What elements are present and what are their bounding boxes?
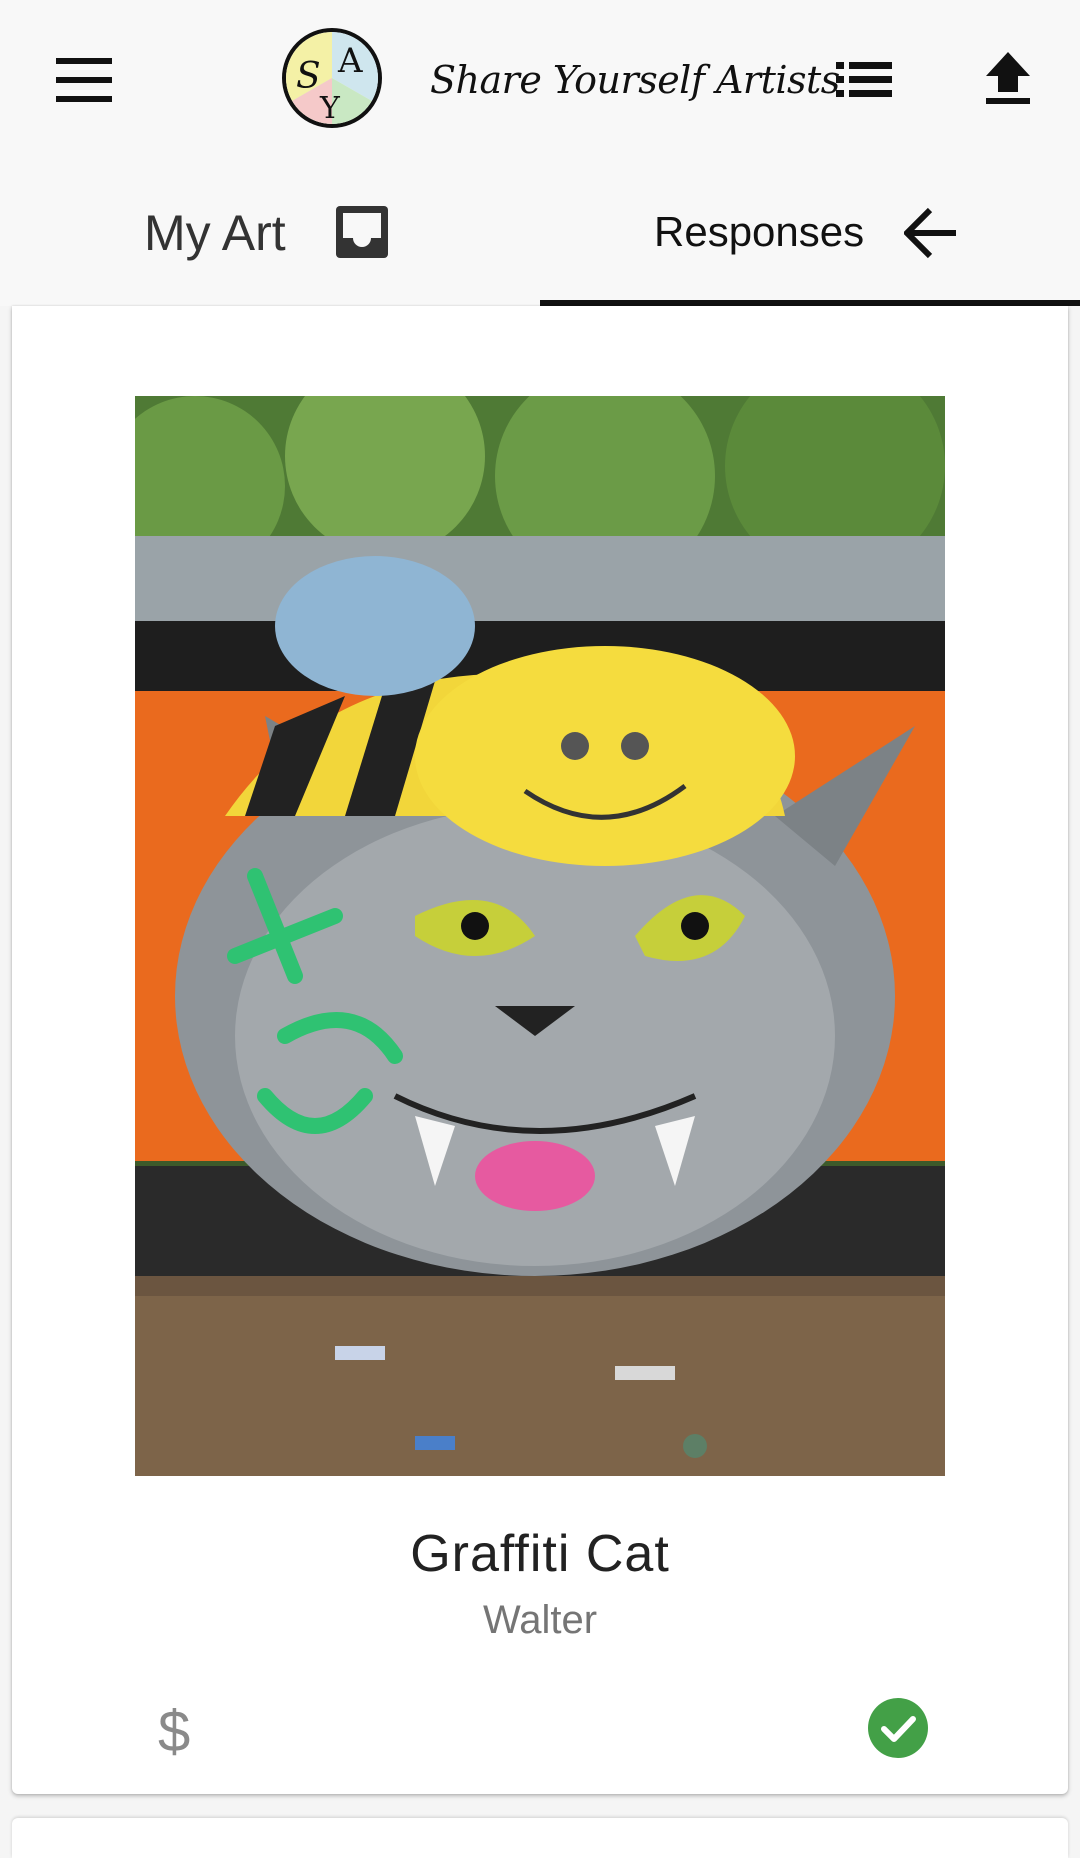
hamburger-menu-icon[interactable] (56, 58, 112, 102)
arrow-back-icon (902, 206, 958, 260)
tab-responses[interactable]: Responses (540, 160, 1080, 306)
tab-responses-label: Responses (654, 208, 865, 255)
svg-text:Y: Y (319, 91, 341, 124)
svg-text:S: S (296, 56, 321, 97)
inbox-icon (334, 204, 390, 260)
app-title: Share Yourself Artists (430, 58, 840, 102)
app-bar: S A Y Share Yourself Artists (0, 0, 1080, 160)
artwork-card: Graffiti Cat Walter $ (12, 306, 1068, 1794)
app-logo: S A Y (282, 28, 382, 128)
check-circle-icon[interactable] (868, 1698, 928, 1758)
tab-my-art[interactable]: My Art (0, 160, 540, 306)
upload-icon[interactable] (984, 50, 1032, 106)
artwork-title: Graffiti Cat (410, 1525, 670, 1583)
price-dollar-icon[interactable]: $ (158, 1698, 190, 1765)
svg-text:A: A (337, 41, 363, 81)
artwork-image[interactable] (135, 396, 945, 1476)
next-artwork-card (12, 1818, 1068, 1858)
list-icon[interactable] (836, 60, 892, 100)
artwork-artist: Walter (482, 1598, 598, 1642)
tab-bar: My Art Responses (0, 160, 1080, 306)
tab-my-art-label: My Art (144, 205, 286, 261)
